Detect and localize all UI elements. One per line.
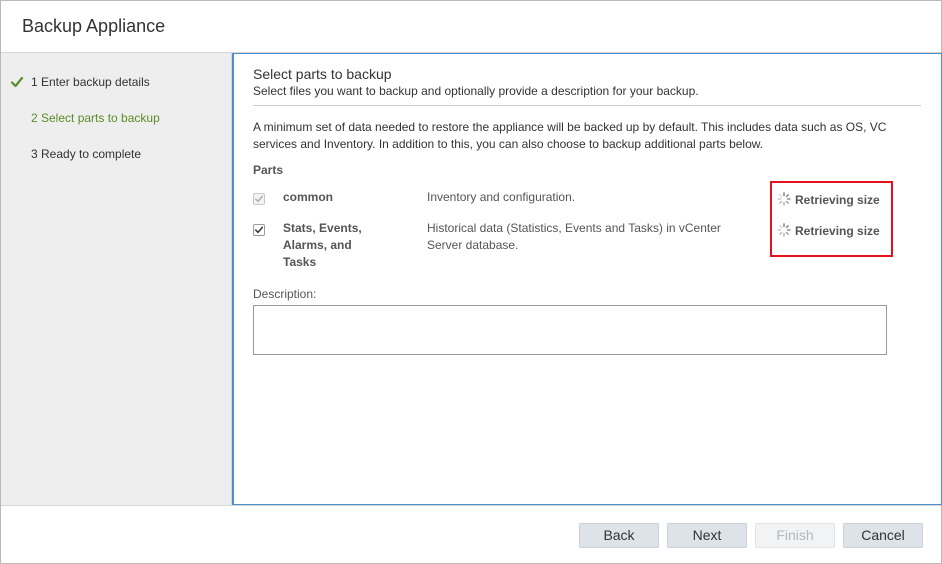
description-label: Description:	[253, 287, 317, 301]
checkmark-icon	[10, 76, 24, 88]
next-button[interactable]: Next	[667, 523, 747, 548]
cancel-button[interactable]: Cancel	[843, 523, 923, 548]
step-label: 3 Ready to complete	[31, 147, 142, 161]
wizard-steps-sidebar: 1 Enter backup details 2 Select parts to…	[1, 53, 232, 505]
spinner-icon	[777, 192, 791, 206]
backup-info-text: A minimum set of data needed to restore …	[253, 120, 887, 151]
parts-heading: Parts	[253, 163, 284, 177]
dialog-title: Backup Appliance	[22, 16, 166, 36]
checkbox-checked-icon	[254, 226, 264, 234]
part-name: common	[283, 190, 334, 204]
step-label: 2 Select parts to backup	[31, 111, 160, 125]
dialog-header: Backup Appliance	[1, 1, 941, 53]
finish-button[interactable]: Finish	[755, 523, 835, 548]
back-button[interactable]: Back	[579, 523, 659, 548]
page-subtitle: Select files you want to backup and opti…	[253, 84, 699, 98]
checkbox-checked-icon	[254, 195, 264, 203]
dialog-footer: Back Next Finish Cancel	[1, 505, 941, 563]
divider	[253, 105, 921, 106]
step-label: 1 Enter backup details	[31, 75, 150, 89]
part-name: Stats, Events, Alarms, and Tasks	[283, 221, 362, 269]
step-ready-to-complete[interactable]: 3 Ready to complete	[1, 147, 232, 167]
common-checkbox[interactable]	[253, 193, 265, 205]
page-title: Select parts to backup	[253, 66, 392, 82]
size-text: Retrieving size	[795, 224, 880, 238]
part-description: Historical data (Statistics, Events and …	[427, 221, 721, 252]
spinner-icon	[777, 223, 791, 237]
stats-events-checkbox[interactable]	[253, 224, 265, 236]
backup-appliance-dialog: Backup Appliance 1 Enter backup details …	[0, 0, 942, 564]
part-description: Inventory and configuration.	[427, 190, 576, 204]
description-textarea[interactable]	[253, 305, 887, 355]
size-text: Retrieving size	[795, 193, 880, 207]
step-select-parts[interactable]: 2 Select parts to backup	[1, 111, 232, 131]
step-enter-backup-details[interactable]: 1 Enter backup details	[1, 75, 232, 95]
